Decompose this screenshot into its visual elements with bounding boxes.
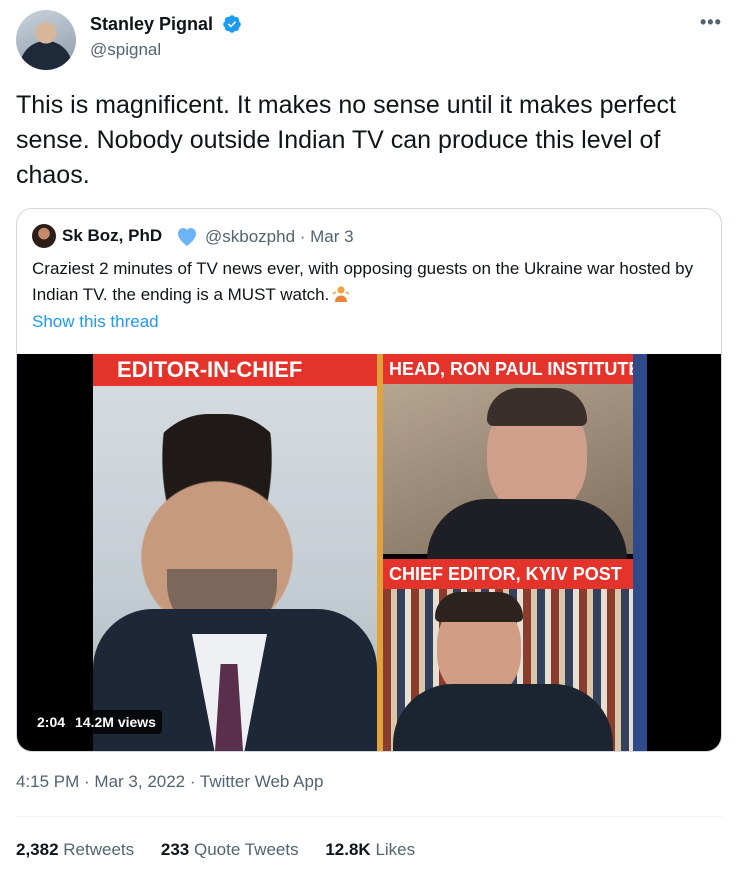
blue-heart-icon xyxy=(178,228,196,246)
tweet-text: This is magnificent. It makes no sense u… xyxy=(16,91,676,189)
video-duration-badge: 2:04 14.2M views xyxy=(31,710,162,734)
show-thread-link[interactable]: Show this thread xyxy=(32,312,159,332)
likes-count: 12.8K xyxy=(325,840,371,859)
tweet-timestamp[interactable]: 4:15 PM · Mar 3, 2022 · Twitter Web App xyxy=(16,772,323,792)
video-right-bottom-hair xyxy=(435,592,523,622)
likes-stat[interactable]: 12.8K Likes xyxy=(325,840,415,859)
quotes-count: 233 xyxy=(160,840,190,859)
author-avatar[interactable] xyxy=(16,10,76,70)
author-name[interactable]: Stanley Pignal xyxy=(90,14,213,35)
video-right-bottom-body xyxy=(393,684,613,751)
person-shrugging-emoji-icon xyxy=(332,286,350,302)
quoted-author-name: Sk Boz, PhD xyxy=(62,226,163,245)
quoted-text-body: Craziest 2 minutes of TV news ever, with… xyxy=(32,259,694,304)
video-banner-right-bottom: CHIEF EDITOR, KYIV POST xyxy=(383,559,633,589)
video-right-top-body xyxy=(427,499,627,559)
author-handle[interactable]: @spignal xyxy=(90,40,161,60)
video-duration: 2:04 xyxy=(37,714,66,730)
quoted-text: Craziest 2 minutes of TV news ever, with… xyxy=(32,256,712,308)
more-horizontal-icon[interactable]: ••• xyxy=(700,12,722,33)
video-right-edge xyxy=(633,354,647,751)
video-views: 14.2M views xyxy=(75,714,156,730)
quoted-tweet-card[interactable]: Sk Boz, PhD @skbozphd · Mar 3 Craziest 2… xyxy=(16,208,722,752)
video-right-top-hair xyxy=(487,388,587,426)
quoted-author-avatar xyxy=(32,224,56,248)
retweets-count: 2,382 xyxy=(16,840,59,859)
retweets-label: Retweets xyxy=(63,840,135,859)
video-player[interactable]: EDITOR-IN-CHIEF HEAD, RON PAUL INSTITUTE… xyxy=(17,354,721,751)
divider xyxy=(16,816,722,817)
tweet-stats: 2,382 Retweets 233 Quote Tweets 12.8K Li… xyxy=(16,840,437,860)
quote-tweets-stat[interactable]: 233 Quote Tweets xyxy=(161,840,299,859)
video-banner-left: EDITOR-IN-CHIEF xyxy=(93,354,377,386)
quotes-label: Quote Tweets xyxy=(194,840,299,859)
likes-label: Likes xyxy=(375,840,416,859)
quoted-handle-date: @skbozphd · Mar 3 xyxy=(205,227,354,246)
video-banner-right-top: HEAD, RON PAUL INSTITUTE xyxy=(383,354,633,384)
retweets-stat[interactable]: 2,382 Retweets xyxy=(16,840,134,859)
verified-badge-icon xyxy=(223,15,241,33)
